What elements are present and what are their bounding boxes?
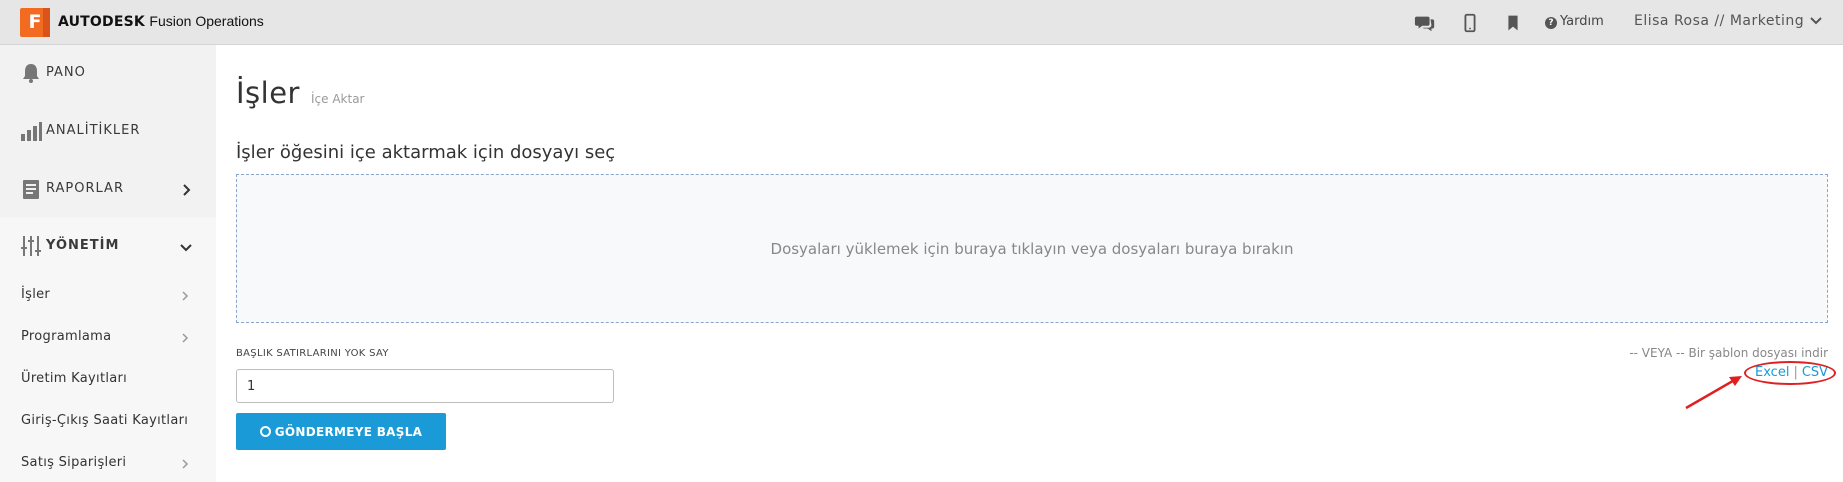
fusion-logo[interactable]: F: [20, 8, 50, 37]
skip-header-input[interactable]: [236, 369, 614, 403]
annotation-arrow-icon: [1685, 376, 1742, 410]
top-bar: F AUTODESK Fusion Operations ? Yardım Eli…: [0, 0, 1843, 45]
bell-icon: [23, 64, 39, 83]
start-sending-button[interactable]: GÖNDERMEYE BAŞLA: [236, 413, 446, 450]
page-title: İşler: [236, 76, 300, 110]
chevron-right-icon: [182, 459, 189, 469]
import-section-title: İşler öğesini içe aktarmak için dosyayı …: [236, 142, 616, 163]
chevron-right-icon: [183, 184, 191, 196]
sidebar-sub-label: Üretim Kayıtları: [21, 371, 128, 386]
mobile-icon[interactable]: [1459, 12, 1481, 34]
skip-header-label: BAŞLIK SATIRLARINI YOK SAY: [236, 348, 389, 359]
template-download-text: -- VEYA -- Bir şablon dosyası indir: [1629, 346, 1828, 360]
sidebar: PANO ANALİTİKLER RAPORLAR YÖNETİM İşler …: [0, 45, 216, 482]
report-icon: [23, 180, 39, 199]
file-dropzone[interactable]: Dosyaları yüklemek için buraya tıklayın …: [236, 174, 1828, 323]
sidebar-item-label: ANALİTİKLER: [46, 123, 141, 138]
chevron-right-icon: [182, 333, 189, 343]
brand-product: Fusion Operations: [149, 13, 264, 29]
sliders-icon: [21, 236, 41, 256]
sidebar-sub-label: Programlama: [21, 329, 112, 344]
upload-circle-icon: [259, 425, 271, 437]
sidebar-item-pano[interactable]: PANO: [0, 45, 216, 103]
dropzone-text: Dosyaları yüklemek için buraya tıklayın …: [770, 240, 1294, 258]
bookmark-icon[interactable]: [1502, 12, 1524, 34]
sidebar-item-analitikler[interactable]: ANALİTİKLER: [0, 103, 216, 161]
sidebar-item-raporlar[interactable]: RAPORLAR: [0, 161, 216, 219]
help-link[interactable]: ? Yardım: [1545, 14, 1604, 29]
help-icon: ?: [1545, 17, 1557, 29]
sidebar-item-yonetim[interactable]: YÖNETİM: [0, 217, 216, 275]
user-menu[interactable]: Elisa Rosa // Marketing: [1634, 13, 1804, 29]
help-label: Yardım: [1560, 14, 1604, 29]
chevron-down-icon[interactable]: [1809, 14, 1823, 28]
brand-autodesk: AUTODESK: [58, 14, 145, 30]
sidebar-sub-label: Satış Siparişleri: [21, 455, 127, 470]
brand-title[interactable]: AUTODESK Fusion Operations: [58, 13, 264, 30]
sidebar-sub-label: İşler: [21, 287, 51, 302]
page-subtitle: İçe Aktar: [311, 92, 365, 106]
chat-icon[interactable]: [1414, 12, 1436, 34]
bar-chart-icon: [21, 122, 42, 141]
sidebar-item-label: PANO: [46, 65, 86, 80]
sidebar-item-label: RAPORLAR: [46, 181, 124, 196]
chevron-down-icon: [180, 244, 192, 252]
sidebar-item-label: YÖNETİM: [46, 238, 120, 253]
chevron-right-icon: [182, 291, 189, 301]
start-sending-label: GÖNDERMEYE BAŞLA: [274, 424, 423, 439]
sidebar-sub-label: Giriş-Çıkış Saati Kayıtları: [21, 413, 189, 428]
